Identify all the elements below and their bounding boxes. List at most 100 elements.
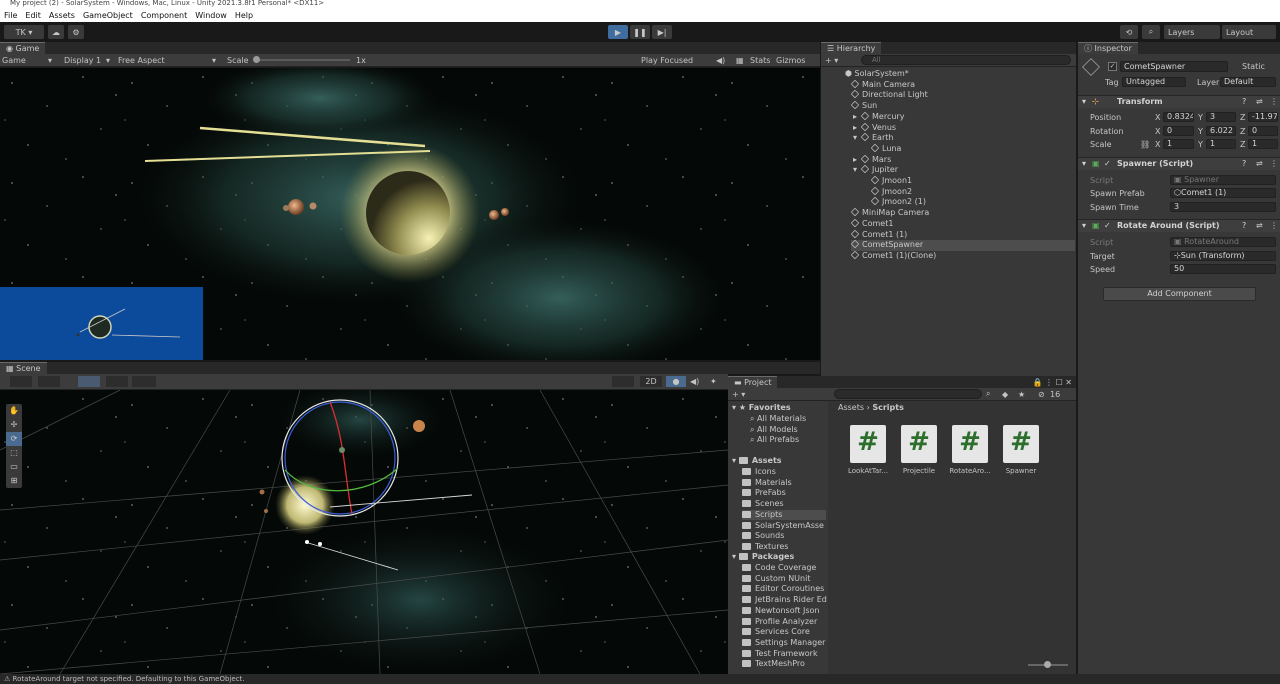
lighting-toggle[interactable]: ● xyxy=(666,376,686,387)
menu-assets[interactable]: Assets xyxy=(45,11,79,20)
target-field[interactable]: ⊹Sun (Transform) xyxy=(1170,251,1276,261)
script-asset-tile[interactable]: # xyxy=(1003,425,1039,463)
hierarchy-item[interactable]: ▸ Venus xyxy=(853,122,896,134)
hidden-packages-icon[interactable]: ⊘ xyxy=(1038,390,1045,399)
search-by-type-icon[interactable]: ⌕ xyxy=(986,389,990,399)
window-controls[interactable]: 🔒 ⋮ ☐ ✕ xyxy=(1033,378,1076,387)
scale-z-field[interactable]: 1 xyxy=(1248,139,1278,149)
tab-inspector[interactable]: ⓘ Inspector xyxy=(1078,42,1138,54)
foldout-arrow-icon[interactable]: ▾ xyxy=(853,165,857,176)
position-y-field[interactable]: 3 xyxy=(1206,112,1236,122)
create-asset-button[interactable]: + ▾ xyxy=(732,390,745,399)
layer-dropdown[interactable]: Default xyxy=(1220,77,1276,87)
project-tree-item[interactable]: ⌕ All Materials xyxy=(750,414,806,425)
project-tree-item[interactable]: Settings Manager xyxy=(742,638,825,649)
kebab-menu-icon[interactable]: ⋮ xyxy=(1270,220,1278,232)
position-x-field[interactable]: 0.8324 xyxy=(1163,112,1194,122)
hierarchy-item[interactable]: Sun xyxy=(850,100,877,112)
cloud-button[interactable]: ☁ xyxy=(48,25,64,39)
pause-button[interactable]: ❚❚ xyxy=(630,25,650,39)
tag-dropdown[interactable]: Untagged xyxy=(1122,77,1186,87)
hierarchy-item[interactable]: Jmoon2 xyxy=(870,186,912,198)
hierarchy-item[interactable]: Luna xyxy=(870,143,901,155)
rotation-z-field[interactable]: 0 xyxy=(1248,126,1278,136)
tab-hierarchy[interactable]: ☰ Hierarchy xyxy=(821,42,882,54)
hierarchy-search-input[interactable] xyxy=(861,55,1071,65)
stats-button[interactable]: Stats xyxy=(750,56,770,65)
transform-tool-icon[interactable]: ⊞ xyxy=(6,474,22,488)
play-focused-dropdown[interactable]: Play Focused xyxy=(641,56,693,65)
hierarchy-item[interactable]: Comet1 xyxy=(850,218,893,230)
project-tree-item[interactable]: ⌕ All Models xyxy=(750,425,798,436)
draw-mode-dropdown[interactable] xyxy=(10,376,32,387)
script-asset-tile[interactable]: # xyxy=(901,425,937,463)
hand-tool-icon[interactable]: ✋ xyxy=(6,404,22,418)
static-toggle[interactable]: Static xyxy=(1242,62,1265,71)
project-tree-item[interactable]: Sounds xyxy=(742,531,784,542)
spawner-header[interactable]: ▾ ▣ ✓ Spawner (Script) ? ⇌ ⋮ xyxy=(1078,157,1280,170)
foldout-arrow-icon[interactable]: ▸ xyxy=(853,112,857,123)
menu-window[interactable]: Window xyxy=(191,11,231,20)
hierarchy-item[interactable]: ▸ Mercury xyxy=(853,111,904,123)
scale-x-field[interactable]: 1 xyxy=(1163,139,1194,149)
menu-gameobject[interactable]: GameObject xyxy=(79,11,137,20)
hierarchy-item[interactable]: Main Camera xyxy=(850,79,915,91)
rotation-y-field[interactable]: 6.022 xyxy=(1206,126,1236,136)
assets-header[interactable]: ▾ Assets xyxy=(732,456,782,467)
position-z-field[interactable]: -11.971 xyxy=(1248,112,1278,122)
help-icon[interactable]: ? xyxy=(1242,220,1246,232)
hierarchy-item[interactable]: Jmoon2 (1) xyxy=(870,197,926,208)
script-asset-name[interactable]: RotateAro... xyxy=(942,467,998,475)
active-checkbox[interactable]: ✓ xyxy=(1108,62,1117,71)
project-tree-item[interactable]: Newtonsoft Json xyxy=(742,606,819,617)
play-button[interactable]: ▶ xyxy=(608,25,628,39)
project-tree-item[interactable]: Scenes xyxy=(742,499,784,510)
menu-edit[interactable]: Edit xyxy=(21,11,45,20)
spawn-time-field[interactable]: 3 xyxy=(1170,202,1276,212)
hierarchy-item[interactable]: Directional Light xyxy=(850,90,928,101)
spawn-prefab-field[interactable]: ⬡Comet1 (1) xyxy=(1170,188,1276,198)
move-tool-icon[interactable]: ✢ xyxy=(6,418,22,432)
scene-viewport[interactable]: ✋ ✢ ⟳ ⬚ ▭ ⊞ xyxy=(0,390,728,674)
breadcrumb-assets[interactable]: Assets xyxy=(838,403,864,412)
enabled-checkbox[interactable]: ✓ xyxy=(1104,158,1111,170)
scale-slider-handle[interactable] xyxy=(253,56,260,63)
move-snap-dropdown[interactable] xyxy=(78,376,100,387)
project-tree-item[interactable]: Editor Coroutines xyxy=(742,584,824,595)
project-tree-item[interactable]: ⌕ All Prefabs xyxy=(750,435,799,446)
add-component-button[interactable]: Add Component xyxy=(1103,287,1256,301)
search-button[interactable]: ⌕ xyxy=(1142,25,1160,39)
menu-file[interactable]: File xyxy=(0,11,21,20)
favorites-header[interactable]: ▾ ★ Favorites xyxy=(732,403,791,414)
scene-camera-dropdown[interactable] xyxy=(612,376,634,387)
foldout-arrow-icon[interactable]: ▸ xyxy=(853,155,857,166)
object-name-field[interactable]: CometSpawner xyxy=(1120,61,1228,72)
hierarchy-item[interactable]: Comet1 (1) xyxy=(850,229,907,241)
shading-dropdown[interactable] xyxy=(38,376,60,387)
icon-size-slider[interactable] xyxy=(1028,661,1068,668)
collab-button[interactable]: ⚙ xyxy=(68,25,84,39)
project-tree-item[interactable]: PreFabs xyxy=(742,488,786,499)
aspect-dropdown[interactable]: Free Aspect xyxy=(118,56,165,65)
speed-field[interactable]: 50 xyxy=(1170,264,1276,274)
icon-size-slider-handle[interactable] xyxy=(1044,661,1051,668)
project-tree-item[interactable]: JetBrains Rider Ed xyxy=(742,595,827,606)
hierarchy-item[interactable]: Jmoon1 xyxy=(870,175,912,187)
game-viewport[interactable] xyxy=(0,68,820,360)
project-tree-item[interactable]: TextMeshPro xyxy=(742,659,805,670)
hierarchy-item[interactable]: ▾ Jupiter xyxy=(853,165,898,176)
script-asset-tile[interactable]: # xyxy=(850,425,886,463)
2d-toggle[interactable]: 2D xyxy=(640,376,662,387)
link-icon[interactable]: ⛓ xyxy=(1140,140,1150,149)
hierarchy-scene-root[interactable]: ⬢ SolarSystem* xyxy=(845,69,909,80)
project-search-input[interactable] xyxy=(834,389,982,399)
favorite-icon[interactable]: ★ xyxy=(1018,390,1025,399)
breadcrumb-scripts[interactable]: Scripts xyxy=(872,403,904,412)
increment-snap[interactable] xyxy=(132,376,156,387)
speaker-icon[interactable]: ◀) xyxy=(716,56,725,65)
project-tree-item[interactable]: Scripts xyxy=(742,509,826,521)
project-tree-item[interactable]: SolarSystemAsse xyxy=(742,521,824,532)
project-tree-item[interactable]: Code Coverage xyxy=(742,563,816,574)
tab-scene[interactable]: ▦ Scene xyxy=(0,362,47,374)
script-asset-name[interactable]: LookAtTar... xyxy=(840,467,896,475)
